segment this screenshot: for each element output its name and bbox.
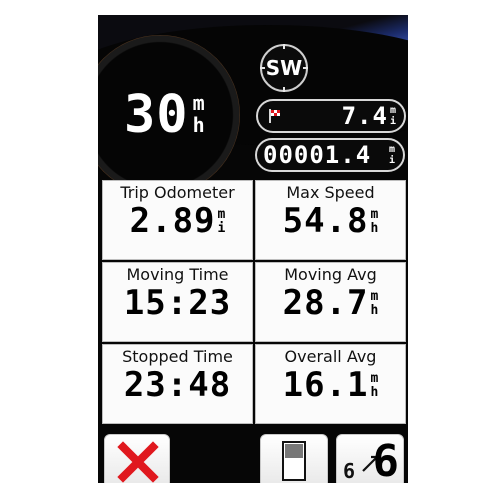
field-value: 23:48 [123, 365, 232, 405]
compass-icon: SW [260, 44, 308, 92]
field-trip-odometer[interactable]: Trip Odometer 2.89 m i [102, 180, 253, 260]
field-unit: m h [370, 206, 379, 236]
distance-unit: m i [389, 104, 396, 127]
field-unit: m h [370, 288, 379, 318]
odometer: 00001.4 m i [255, 138, 405, 172]
odometer-unit: m i [388, 143, 395, 166]
page-layout-icon [282, 441, 306, 481]
field-label: Moving Avg [284, 265, 377, 284]
data-fields-count-icon: 6 6 [337, 435, 405, 484]
speed-unit: m h [192, 91, 205, 137]
field-moving-time[interactable]: Moving Time 15:23 [102, 262, 253, 342]
field-label: Max Speed [286, 183, 375, 202]
odometer-value: 00001.4 [263, 141, 372, 169]
field-label: Trip Odometer [120, 183, 235, 202]
field-stopped-time[interactable]: Stopped Time 23:48 [102, 344, 253, 424]
field-label: Moving Time [126, 265, 229, 284]
current-speed-value: 30 [124, 85, 189, 145]
data-fields-grid: Trip Odometer 2.89 m i Max Speed 54.8 m … [102, 180, 406, 425]
current-speed: 30 m h [124, 89, 205, 141]
field-value: 28.7 [282, 283, 369, 323]
distance-value: 7.4 [341, 102, 388, 130]
close-button[interactable] [104, 434, 170, 483]
field-unit: m i [217, 206, 226, 236]
checkered-flag-icon [269, 109, 280, 123]
field-label: Overall Avg [284, 347, 377, 366]
field-max-speed[interactable]: Max Speed 54.8 m h [255, 180, 406, 260]
distance-to-destination: 7.4 m i [256, 99, 406, 133]
close-icon [117, 441, 159, 483]
field-moving-avg[interactable]: Moving Avg 28.7 m h [255, 262, 406, 342]
fields-count-to: 6 [372, 436, 400, 484]
field-unit: m h [370, 370, 379, 400]
fields-count-from: 6 [343, 459, 356, 483]
field-label: Stopped Time [122, 347, 233, 366]
page-layout-button[interactable] [260, 434, 328, 483]
field-value: 2.89 [129, 201, 216, 241]
field-overall-avg[interactable]: Overall Avg 16.1 m h [255, 344, 406, 424]
compass-heading: SW [265, 56, 303, 80]
field-value: 15:23 [123, 283, 232, 323]
trip-computer-screen: 30 m h SW 7.4 m i 00001.4 m i Trip Odome… [98, 15, 408, 483]
data-fields-count-button[interactable]: 6 6 [336, 434, 404, 483]
field-value: 16.1 [282, 365, 369, 405]
field-value: 54.8 [282, 201, 369, 241]
